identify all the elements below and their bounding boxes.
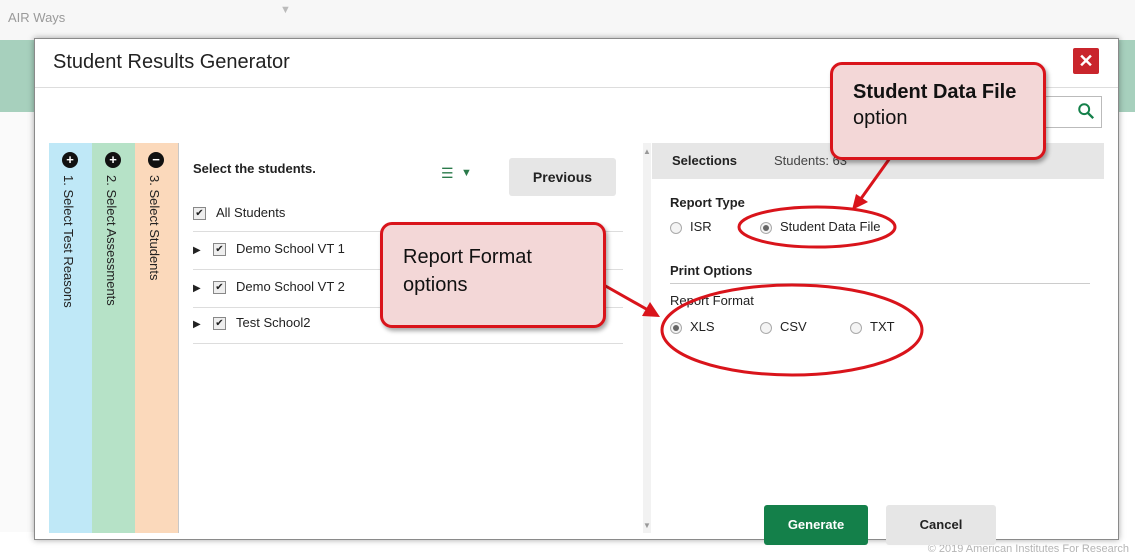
callout-text: option [853, 107, 908, 129]
callout-arrow [601, 282, 649, 312]
callout-text: options [403, 274, 468, 296]
callout-arrow [858, 157, 892, 201]
callout-report-format: Report Format options [380, 222, 606, 328]
callout-text: Report Format [403, 246, 532, 268]
callout-bold-text: Student Data File [853, 81, 1017, 103]
callout-student-data-file: Student Data File option [830, 62, 1046, 160]
highlight-ellipse-report-format [660, 283, 924, 377]
callout-arrowhead [852, 194, 868, 210]
highlight-ellipse-student-data-file [737, 205, 897, 249]
